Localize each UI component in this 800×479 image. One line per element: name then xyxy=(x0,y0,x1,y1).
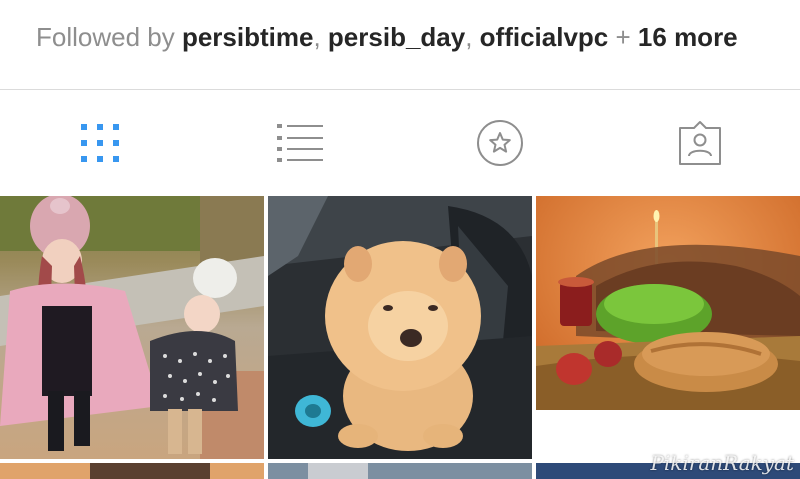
post-image-dog xyxy=(268,196,532,459)
profile-name-cropped: ▁▁▁ xyxy=(36,0,236,6)
followed-by-line: Followed by persibtime, persib_day, offi… xyxy=(36,22,738,53)
follower-link-3[interactable]: officialvpc xyxy=(480,22,609,52)
tab-list[interactable] xyxy=(200,90,400,196)
tab-saved[interactable] xyxy=(400,90,600,196)
post-thumbnail-4[interactable] xyxy=(0,463,264,479)
post-thumbnail-3[interactable] xyxy=(536,196,800,422)
star-icon xyxy=(477,120,523,166)
tab-tagged[interactable] xyxy=(600,90,800,196)
post-image-bread xyxy=(536,196,800,422)
grid-icon xyxy=(81,124,119,162)
post-thumbnail-5[interactable] xyxy=(268,463,532,479)
tagged-icon xyxy=(679,121,721,165)
followed-by-prefix: Followed by xyxy=(36,22,182,52)
more-followers-link[interactable]: + 16 more xyxy=(616,22,738,52)
tab-grid[interactable] xyxy=(0,90,200,196)
post-image-girls xyxy=(0,196,264,459)
separator: , xyxy=(465,22,480,52)
posts-grid: PikiranRakyat xyxy=(0,196,800,479)
post-thumbnail-2[interactable] xyxy=(268,196,532,459)
follower-link-1[interactable]: persibtime xyxy=(182,22,314,52)
post-thumbnail-1[interactable] xyxy=(0,196,264,459)
follower-link-2[interactable]: persib_day xyxy=(328,22,465,52)
list-icon xyxy=(277,124,323,162)
profile-tab-bar xyxy=(0,90,800,196)
watermark-text: PikiranRakyat xyxy=(650,451,794,475)
separator: , xyxy=(313,22,328,52)
